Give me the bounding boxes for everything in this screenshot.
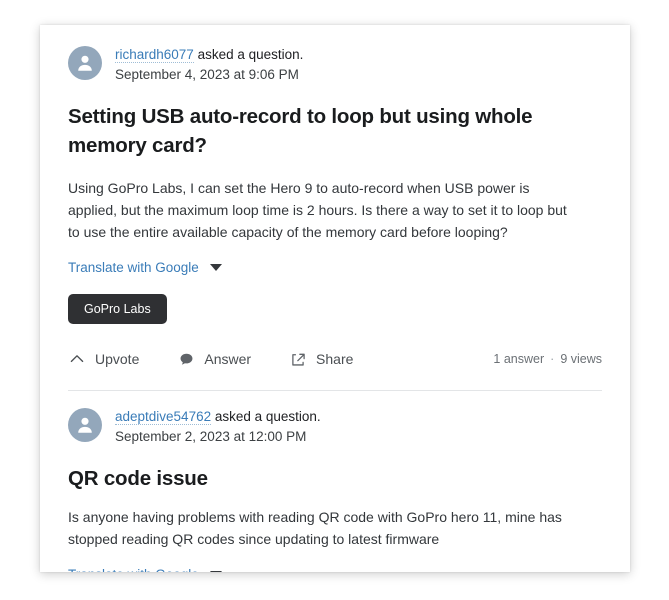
- author-text-block: adeptdive54762 asked a question. Septemb…: [115, 407, 321, 447]
- answer-button[interactable]: Answer: [177, 350, 251, 368]
- speech-bubble-icon: [177, 350, 195, 368]
- upvote-label: Upvote: [95, 351, 140, 367]
- post-author-row: richardh6077 asked a question. September…: [68, 25, 602, 85]
- post-title: QR code issue: [68, 467, 208, 490]
- asked-suffix-text: asked a question.: [193, 47, 304, 62]
- post-tag-chip[interactable]: GoPro Labs: [68, 294, 167, 324]
- translate-with-google-button[interactable]: Translate with Google: [68, 567, 222, 572]
- asked-suffix-text: asked a question.: [211, 409, 321, 424]
- author-username-link[interactable]: adeptdive54762: [115, 409, 212, 425]
- translate-with-google-button[interactable]: Translate with Google: [68, 260, 222, 275]
- person-avatar-icon: [68, 408, 102, 442]
- screenshot-stage: richardh6077 asked a question. September…: [0, 0, 669, 600]
- post-title: Setting USB auto-record to loop but usin…: [68, 105, 533, 157]
- post-stats: 1 answer · 9 views: [493, 352, 602, 366]
- post-author-row: adeptdive54762 asked a question. Septemb…: [68, 391, 602, 447]
- upvote-button[interactable]: Upvote: [68, 350, 139, 368]
- post-action-bar: Upvote Answer Share 1 answer · 9 views: [68, 346, 602, 372]
- author-line: adeptdive54762 asked a question.: [115, 408, 321, 426]
- answer-count: 1 answer: [493, 352, 545, 366]
- person-avatar-icon: [68, 46, 102, 80]
- author-username-link[interactable]: richardh6077: [115, 47, 194, 63]
- share-button[interactable]: Share: [289, 350, 353, 368]
- upvote-chevron-icon: [68, 350, 86, 368]
- share-arrow-icon: [289, 350, 307, 368]
- chevron-down-icon: [209, 571, 222, 572]
- chevron-down-icon: [209, 264, 222, 271]
- post-body-text: Using GoPro Labs, I can set the Hero 9 t…: [68, 180, 567, 240]
- answer-label: Answer: [204, 351, 252, 367]
- question-post: richardh6077 asked a question. September…: [40, 25, 630, 372]
- share-label: Share: [316, 351, 354, 367]
- post-tag-row: GoPro Labs: [68, 294, 602, 324]
- question-post: adeptdive54762 asked a question. Septemb…: [40, 391, 630, 572]
- view-count: 9 views: [560, 352, 602, 366]
- author-text-block: richardh6077 asked a question. September…: [115, 45, 303, 85]
- stats-separator: ·: [550, 352, 555, 366]
- post-body-text: Is anyone having problems with reading Q…: [68, 509, 562, 547]
- qa-feed-card: richardh6077 asked a question. September…: [40, 25, 630, 572]
- translate-label: Translate with Google: [68, 567, 199, 572]
- post-timestamp: September 2, 2023 at 12:00 PM: [115, 429, 307, 444]
- translate-label: Translate with Google: [68, 260, 199, 275]
- author-line: richardh6077 asked a question.: [115, 46, 303, 64]
- post-timestamp: September 4, 2023 at 9:06 PM: [115, 67, 299, 82]
